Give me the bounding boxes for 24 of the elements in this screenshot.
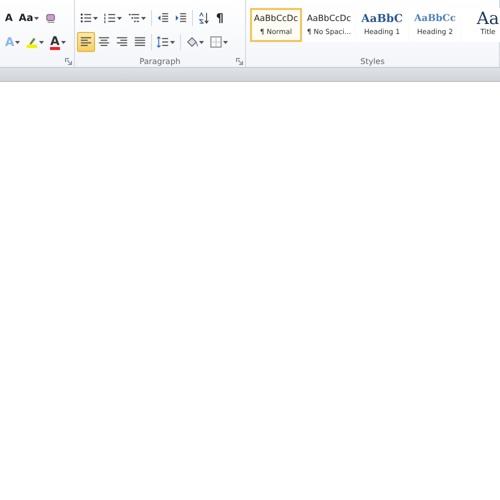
align-left-icon xyxy=(80,36,92,48)
group-label: Styles xyxy=(360,57,385,67)
show-marks-button[interactable]: ¶ xyxy=(213,8,227,28)
align-left-button[interactable] xyxy=(77,32,95,52)
dialog-launcher-icon[interactable] xyxy=(236,58,243,65)
change-case-button[interactable]: Aa xyxy=(16,8,42,28)
sort-icon xyxy=(198,12,210,24)
borders-icon xyxy=(210,36,222,48)
highlighter-icon xyxy=(26,36,38,48)
increase-indent-icon xyxy=(175,12,187,24)
multilevel-list-icon xyxy=(128,12,140,24)
decrease-indent-icon xyxy=(157,12,169,24)
align-right-icon xyxy=(116,36,128,48)
bullet-list-icon xyxy=(80,12,92,24)
numbered-list-icon xyxy=(104,12,116,24)
line-spacing-icon xyxy=(157,36,169,48)
eraser-icon xyxy=(45,12,58,24)
shrink-font-button[interactable]: A xyxy=(2,8,16,28)
font-color-button[interactable]: A xyxy=(47,32,69,52)
paint-bucket-icon xyxy=(186,36,198,48)
justify-icon xyxy=(134,36,146,48)
align-center-icon xyxy=(98,36,110,48)
group-label: Paragraph xyxy=(140,57,180,67)
dialog-launcher-icon[interactable] xyxy=(65,58,72,65)
